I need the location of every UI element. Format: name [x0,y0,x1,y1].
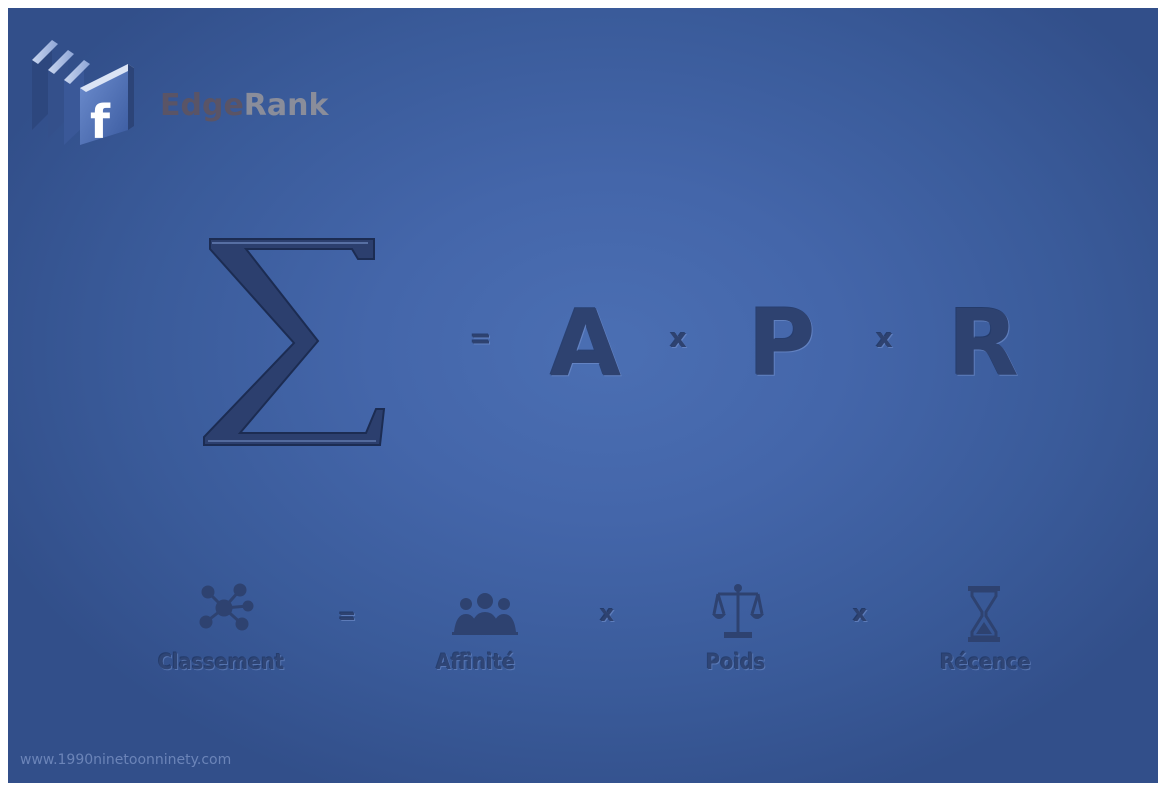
facebook-f-letter: f [90,95,111,145]
legend-equals: = [338,604,357,629]
formula-r: R [948,290,1019,397]
label-affinite: Affinité [436,650,516,674]
legend-times-2: x [853,602,868,627]
formula-p: P [748,290,816,397]
label-classement: Classement [158,650,285,674]
hourglass-icon [968,586,1000,642]
formula-times-2: x [876,324,893,354]
label-poids: Poids [706,650,766,674]
brand-title-edge: Edge [160,88,244,123]
scales-icon [712,584,764,638]
facebook-blocks-logo: f [32,40,134,145]
sigma-symbol: Σ [198,233,386,446]
formula-equals: = [470,324,492,354]
brand-title-rank: Rank [243,88,329,123]
footer-url: www.1990ninetoonninety.com [20,752,232,768]
network-icon [199,583,254,631]
infographic-panel: f EdgeRank Σ = A x P x R = x x Classemen… [8,8,1158,783]
sigma-character: Σ [198,233,199,234]
legend-times-1: x [600,602,615,627]
group-icon [452,593,518,635]
brand-title: EdgeRank [160,88,328,123]
label-recence: Récence [940,650,1031,674]
formula-a: A [550,290,622,397]
formula-times-1: x [670,324,687,354]
